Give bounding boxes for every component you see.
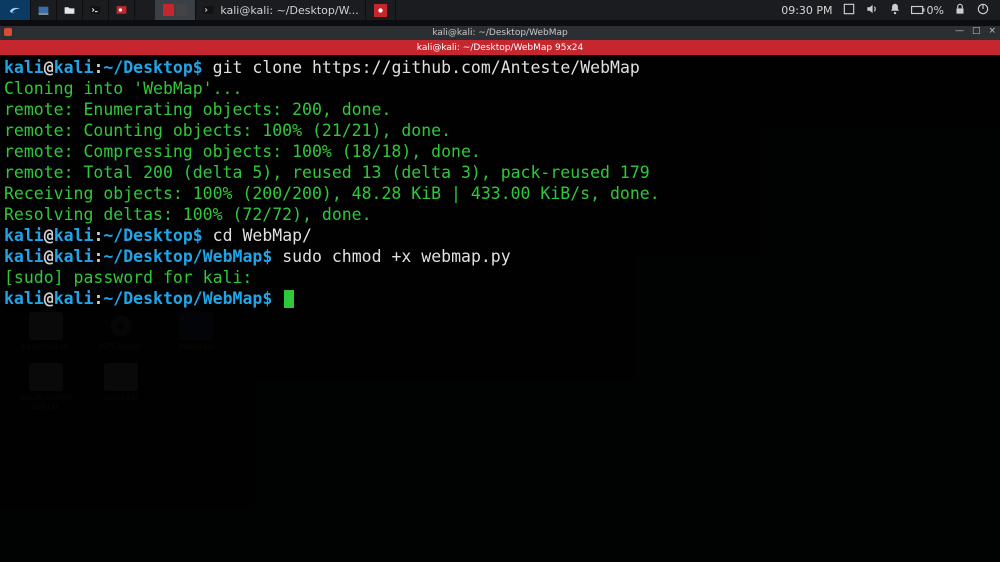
terminal-tabbar[interactable]: kali@kali: ~/Desktop/WebMap 95x24	[0, 40, 1000, 55]
power-icon[interactable]	[976, 2, 990, 19]
terminal-output-line: remote: Compressing objects: 100% (18/18…	[4, 142, 481, 161]
terminal-output-line: remote: Enumerating objects: 200, done.	[4, 100, 391, 119]
prompt-path: ~/Desktop	[103, 226, 192, 245]
volume-icon[interactable]	[865, 2, 879, 19]
terminal-launcher-button[interactable]	[83, 0, 109, 20]
notifications-icon[interactable]	[888, 2, 902, 19]
terminal-output-line: remote: Total 200 (delta 5), reused 13 (…	[4, 163, 650, 182]
kali-menu-button[interactable]	[0, 0, 31, 20]
window-close-button[interactable]: ×	[988, 26, 996, 36]
prompt-host: kali	[54, 289, 94, 308]
window-list-icon[interactable]	[842, 2, 856, 19]
prompt-user: kali	[4, 58, 44, 77]
window-minimize-button[interactable]: —	[955, 26, 964, 36]
app-launcher-button[interactable]	[109, 0, 135, 20]
terminal-tab-label: kali@kali: ~/Desktop/WebMap 95x24	[417, 43, 583, 53]
prompt-user: kali	[4, 247, 44, 266]
terminal-body[interactable]: kali@kali:~/Desktop$ git clone https://g…	[0, 55, 1000, 562]
terminal-output-line: Cloning into 'WebMap'...	[4, 79, 242, 98]
terminal-output-line: [sudo] password for kali:	[4, 268, 262, 287]
terminal-command: git clone https://github.com/Anteste/Web…	[203, 58, 640, 77]
workspace-switcher[interactable]	[155, 0, 196, 20]
terminal-output-line: remote: Counting objects: 100% (21/21), …	[4, 121, 451, 140]
prompt-host: kali	[54, 247, 94, 266]
prompt-path: ~/Desktop/WebMap	[103, 289, 262, 308]
terminal-command: cd WebMap/	[203, 226, 312, 245]
terminal-titlebar[interactable]: kali@kali: ~/Desktop/WebMap — □ ×	[0, 26, 1000, 40]
titlebar-app-icon	[4, 28, 12, 36]
lock-icon[interactable]	[953, 2, 967, 19]
file-manager-button[interactable]	[57, 0, 83, 20]
prompt-host: kali	[54, 226, 94, 245]
terminal-window: kali@kali: ~/Desktop/WebMap — □ × kali@k…	[0, 26, 1000, 562]
terminal-cursor	[284, 290, 294, 308]
terminal-output-line: Receiving objects: 100% (200/200), 48.28…	[4, 184, 660, 203]
window-maximize-button[interactable]: □	[972, 26, 981, 36]
taskbar-task-recorder[interactable]	[366, 0, 396, 20]
prompt-host: kali	[54, 58, 94, 77]
prompt-user: kali	[4, 289, 44, 308]
taskbar-task-terminal[interactable]: kali@kali: ~/Desktop/W...	[196, 0, 366, 20]
prompt-path: ~/Desktop	[103, 58, 192, 77]
battery-percent: 0%	[927, 4, 944, 17]
show-desktop-button[interactable]	[31, 0, 57, 20]
taskbar-task-label: kali@kali: ~/Desktop/W...	[220, 4, 358, 17]
prompt-path: ~/Desktop/WebMap	[103, 247, 262, 266]
terminal-command: sudo chmod +x webmap.py	[272, 247, 510, 266]
taskbar: kali@kali: ~/Desktop/W... 09:30 PM 0%	[0, 0, 1000, 20]
terminal-title: kali@kali: ~/Desktop/WebMap	[432, 28, 567, 38]
terminal-output-line: Resolving deltas: 100% (72/72), done.	[4, 205, 372, 224]
taskbar-clock[interactable]: 09:30 PM	[781, 4, 832, 17]
prompt-user: kali	[4, 226, 44, 245]
battery-indicator[interactable]: 0%	[911, 4, 944, 17]
